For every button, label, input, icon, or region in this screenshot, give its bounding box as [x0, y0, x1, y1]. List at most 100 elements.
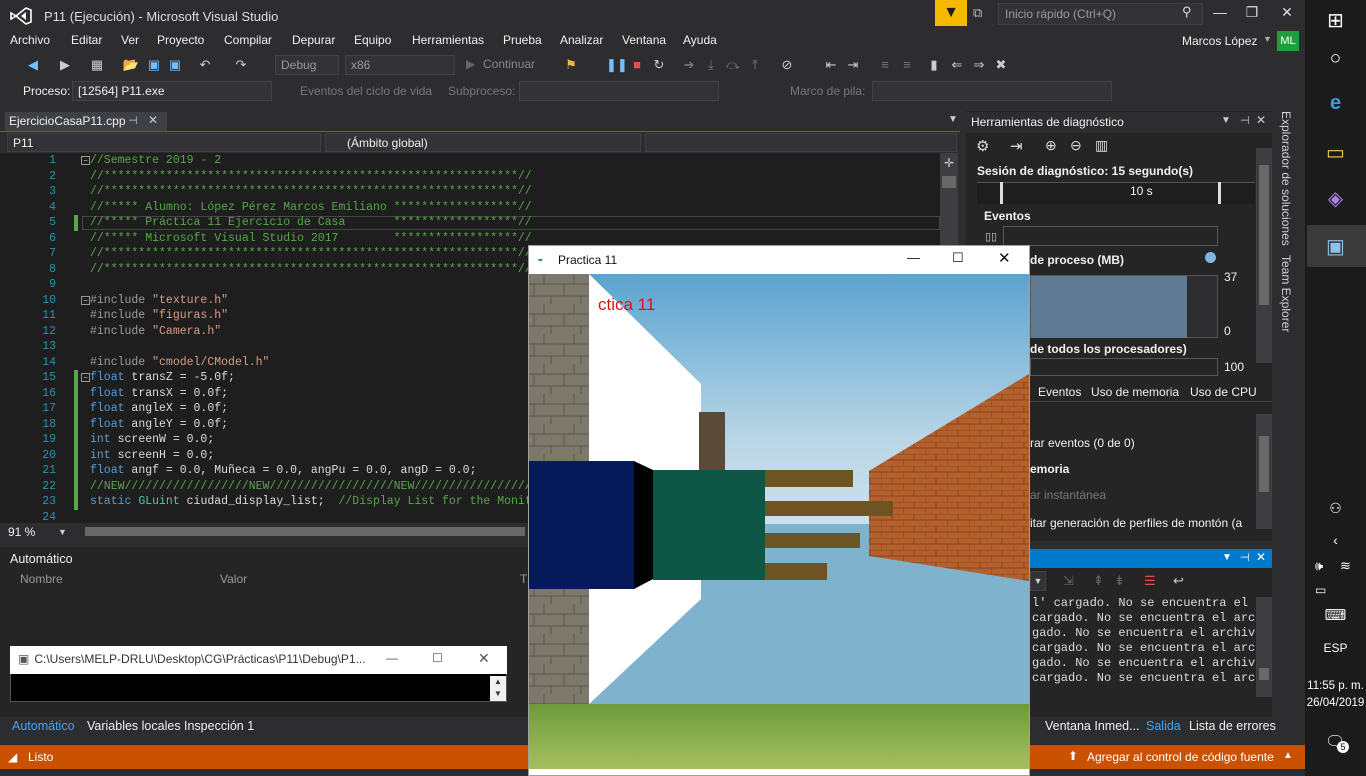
save-icon[interactable]: ▣: [145, 57, 163, 73]
tab-close-icon[interactable]: ✕: [148, 113, 158, 127]
collapse-icon[interactable]: −: [81, 295, 90, 305]
menu-depurar[interactable]: Depurar: [292, 33, 335, 47]
diag-scroll-thumb[interactable]: [1259, 165, 1269, 305]
menu-editar[interactable]: Editar: [71, 33, 102, 47]
diag-lower-scroll-thumb[interactable]: [1259, 436, 1269, 492]
source-control-icon[interactable]: ⬆: [1068, 749, 1078, 763]
tab-ventana-inmediato[interactable]: Ventana Inmed...: [1045, 719, 1140, 733]
undo-icon[interactable]: ↶: [196, 57, 214, 73]
member-select[interactable]: [645, 133, 957, 152]
process-select[interactable]: [12564] P11.exe: [72, 81, 272, 101]
new-project-icon[interactable]: ▦: [88, 57, 106, 73]
hex-display-icon[interactable]: ⊘: [778, 57, 796, 73]
show-hidden-icon[interactable]: ‹: [1305, 532, 1366, 548]
user-name[interactable]: Marcos López: [1182, 34, 1257, 48]
collapse-icon[interactable]: −: [81, 156, 90, 165]
step-out-icon[interactable]: ⤒: [746, 57, 764, 73]
battery-icon[interactable]: ▭: [1315, 583, 1326, 597]
tab-salida[interactable]: Salida: [1146, 719, 1181, 733]
gl-maximize-button[interactable]: ☐: [952, 250, 964, 266]
forward-icon[interactable]: ▶: [56, 57, 74, 73]
settings-icon[interactable]: ⚙: [976, 137, 989, 155]
split-icon[interactable]: ✛: [944, 156, 954, 170]
clock-time[interactable]: 11:55 p. m.: [1305, 680, 1366, 692]
timeline-end-marker[interactable]: [1218, 182, 1221, 204]
people-icon[interactable]: ⚇: [1305, 500, 1366, 517]
thread-select[interactable]: [519, 81, 719, 101]
hot-reload-icon[interactable]: ⚑: [562, 57, 580, 73]
pin-icon[interactable]: ⊣: [128, 114, 138, 127]
tab-inspeccion[interactable]: Inspección 1: [184, 719, 254, 733]
outdent-icon[interactable]: ⇥: [844, 57, 862, 73]
redo-icon[interactable]: ↷: [232, 57, 250, 73]
menu-equipo[interactable]: Equipo: [354, 33, 391, 47]
menu-proyecto[interactable]: Proyecto: [157, 33, 204, 47]
menu-herramientas[interactable]: Herramientas: [412, 33, 484, 47]
tab-variables-locales[interactable]: Variables locales: [87, 719, 181, 733]
user-dropdown-icon[interactable]: ▼: [1263, 34, 1272, 44]
code-line[interactable]: 6 //***** Microsoft Visual Studio 2017 **…: [0, 231, 938, 247]
menu-ayuda[interactable]: Ayuda: [683, 33, 717, 47]
restore-button[interactable]: ❐: [1237, 4, 1267, 21]
diag-dropdown-icon[interactable]: ▼: [1221, 115, 1231, 126]
menu-ver[interactable]: Ver: [121, 33, 139, 47]
clock-date[interactable]: 26/04/2019: [1305, 697, 1366, 709]
diag-close-icon[interactable]: ✕: [1256, 113, 1266, 127]
menu-prueba[interactable]: Prueba: [503, 33, 542, 47]
timeline-start-marker[interactable]: [1000, 182, 1003, 204]
code-line[interactable]: 1 //Semestre 2019 - 2: [0, 153, 938, 169]
indent-icon[interactable]: ⇤: [822, 57, 840, 73]
minimize-button[interactable]: —: [1205, 4, 1235, 20]
output-source-select[interactable]: ▼: [1030, 571, 1046, 591]
events-track[interactable]: [1003, 226, 1218, 246]
file-explorer-icon[interactable]: ▭: [1305, 140, 1366, 165]
output-find-icon[interactable]: ⇲: [1063, 573, 1074, 589]
source-control-button[interactable]: Agregar al control de código fuente: [1087, 750, 1274, 764]
stop-icon[interactable]: ■: [628, 57, 646, 72]
scope-select[interactable]: (Ámbito global): [325, 133, 641, 152]
tab-automatico[interactable]: Automático: [12, 719, 75, 733]
wifi-icon[interactable]: ≋: [1340, 558, 1351, 574]
opengl-app-icon[interactable]: ▣: [1305, 234, 1366, 259]
gl-scene[interactable]: [529, 274, 1029, 769]
volume-icon[interactable]: 🕪: [1315, 558, 1323, 574]
menu-analizar[interactable]: Analizar: [560, 33, 603, 47]
config-select[interactable]: Debug: [275, 55, 339, 75]
editor-scroll-thumb[interactable]: [942, 176, 956, 188]
restart-icon[interactable]: ↻: [650, 57, 668, 73]
export-icon[interactable]: ⇥: [1010, 137, 1023, 155]
timeline-ruler[interactable]: [977, 182, 1255, 204]
uncomment-icon[interactable]: ≡: [898, 57, 916, 72]
gl-minimize-button[interactable]: —: [907, 250, 920, 265]
tab-overflow-icon[interactable]: ▼: [948, 114, 958, 125]
diag-tab-cpu[interactable]: Uso de CPU: [1190, 385, 1257, 399]
col-type[interactable]: T: [520, 572, 527, 586]
code-line[interactable]: 2 //*************************************…: [0, 169, 938, 185]
language-indicator[interactable]: ESP: [1305, 641, 1366, 655]
prev-bookmark-icon[interactable]: ⇐: [948, 57, 966, 73]
lifecycle-events[interactable]: Eventos del ciclo de vida: [300, 84, 432, 98]
menu-compilar[interactable]: Compilar: [224, 33, 272, 47]
solution-explorer-tab[interactable]: Explorador de soluciones: [1279, 111, 1293, 246]
continue-button[interactable]: Continuar: [483, 57, 535, 71]
zoom-dropdown-icon[interactable]: ▼: [58, 527, 67, 537]
close-button[interactable]: ✕: [1272, 4, 1302, 21]
feedback-filter-icon[interactable]: ▼: [935, 0, 967, 26]
output-pin-icon[interactable]: ⊣: [1240, 551, 1250, 564]
save-all-icon[interactable]: ▣: [166, 57, 184, 73]
comment-icon[interactable]: ≡: [876, 57, 894, 72]
tab-ejerciciocasap11[interactable]: EjercicioCasaP11.cpp: [5, 112, 167, 131]
keyboard-icon[interactable]: ⌨: [1305, 606, 1366, 624]
code-line[interactable]: 3 //*************************************…: [0, 184, 938, 200]
horizontal-scroll-thumb[interactable]: [85, 527, 525, 536]
project-select[interactable]: P11: [7, 133, 321, 152]
source-control-arrow-icon[interactable]: ▲: [1283, 750, 1293, 761]
step-next-icon[interactable]: ➔: [680, 57, 698, 73]
zoom-out-icon[interactable]: ⊖: [1070, 137, 1082, 154]
menu-ventana[interactable]: Ventana: [622, 33, 666, 47]
code-line[interactable]: 4 //***** Alumno: López Pérez Marcos Emil…: [0, 200, 938, 216]
cortana-icon[interactable]: ○: [1305, 48, 1366, 70]
console-close-button[interactable]: ✕: [478, 650, 490, 667]
feedback-icon[interactable]: ⧉: [973, 5, 993, 23]
platform-select[interactable]: x86: [345, 55, 455, 75]
